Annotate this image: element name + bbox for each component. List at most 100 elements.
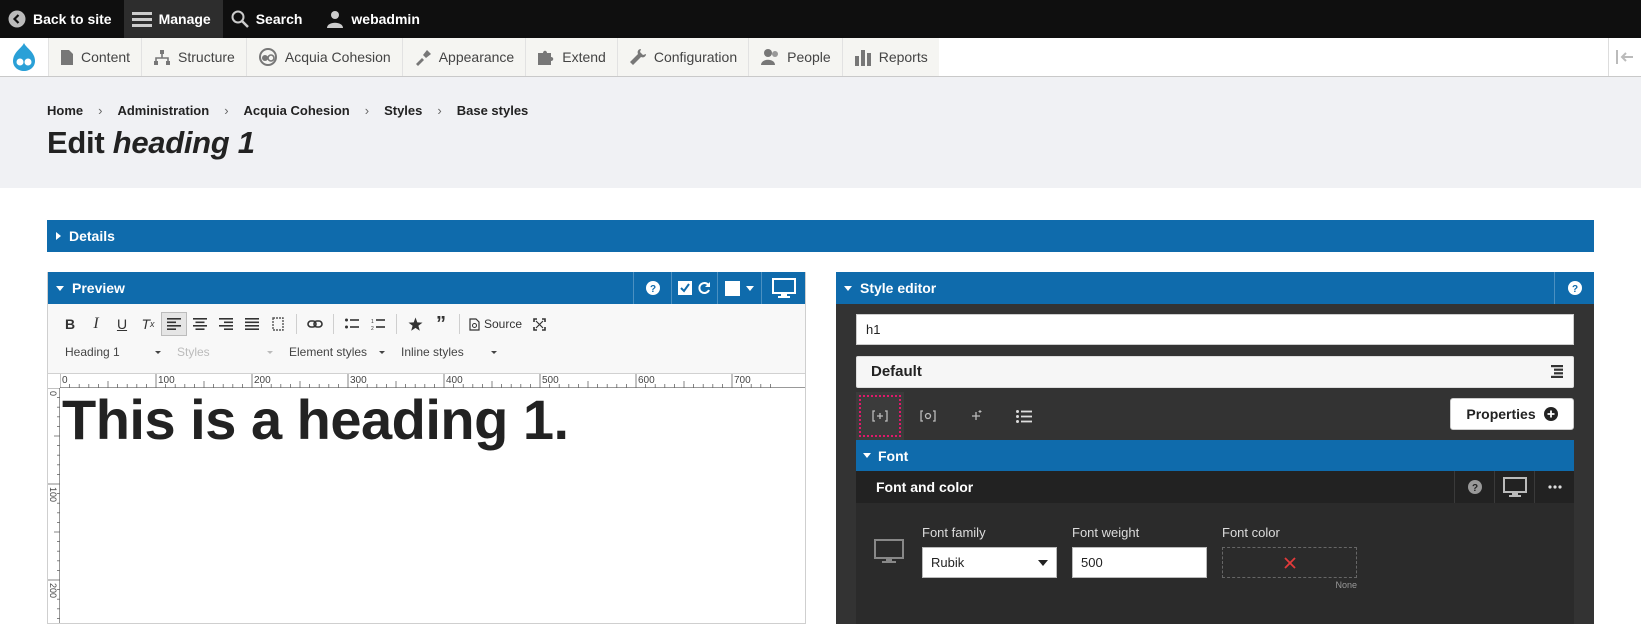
default-state-bar[interactable]: Default [856,356,1574,388]
tray-item-extend[interactable]: Extend [525,38,617,76]
preview-device-button[interactable] [761,272,805,304]
tray-item-appearance[interactable]: Appearance [401,38,526,76]
selector-input[interactable]: h1 [856,314,1574,345]
ruler-label: 200 [254,375,271,386]
font-section-label: Font [878,447,909,464]
toolbar-separator [296,314,297,334]
caret-down-icon [746,285,754,291]
breadcrumb-separator: › [364,103,370,118]
font-color-help-button[interactable]: ? [1454,471,1494,503]
blockquote-button[interactable]: ” [428,312,454,336]
bulleted-list-button[interactable] [339,312,365,336]
dropdown-arrow-icon [491,350,497,354]
search-tab[interactable]: Search [223,0,315,38]
link-button[interactable] [302,312,328,336]
format-combo[interactable]: Heading 1 [57,345,169,359]
properties-button[interactable]: Properties [1450,398,1574,430]
page-title-name: heading 1 [112,125,255,160]
desktop-icon [874,539,904,565]
inline-styles-combo[interactable]: Inline styles [393,345,505,359]
manage-tab[interactable]: Manage [123,0,223,38]
font-color-device-button[interactable] [1494,471,1534,503]
add-child-selector-button[interactable] [856,392,904,440]
help-icon: ? [645,281,660,295]
ruler-label: 300 [350,375,367,386]
preview-refresh-toggle[interactable] [671,272,717,304]
font-color-picker[interactable] [1222,547,1357,578]
breadcrumb-base-styles[interactable]: Base styles [457,103,529,118]
underline-button[interactable]: U [109,312,135,336]
dropdown-arrow-icon [379,350,385,354]
style-editor-header[interactable]: Style editor ? [836,272,1594,304]
preview-title: Preview [72,280,125,296]
preview-help-button[interactable]: ? [633,272,671,304]
tray-item-label: Configuration [653,49,738,65]
collapse-triangle-icon [56,285,64,291]
breadcrumb-acquia-cohesion[interactable]: Acquia Cohesion [244,103,350,118]
search-icon [231,10,249,28]
font-and-color-body: Font family Rubik Font weight 500 Font c… [856,503,1574,624]
vertical-ruler: 0 100 200 [48,388,60,623]
breadcrumb-home[interactable]: Home [47,103,83,118]
style-editor-help-button[interactable]: ? [1554,272,1594,304]
details-toggle[interactable]: Details [47,220,1594,252]
tray-item-acquia-cohesion[interactable]: Acquia Cohesion [245,38,402,76]
star-button[interactable] [402,312,428,336]
tray-item-structure[interactable]: Structure [141,38,246,76]
color-swatch-icon [725,280,740,296]
font-color-more-button[interactable] [1534,471,1574,503]
italic-button[interactable]: I [83,312,109,336]
element-styles-combo[interactable]: Element styles [281,345,393,359]
add-pseudo-selector-button[interactable] [904,392,952,440]
sparkle-icon [969,409,983,423]
align-center-button[interactable] [187,312,213,336]
add-modifier-button[interactable] [952,392,1000,440]
editor-content-area[interactable]: This is a heading 1. [62,390,802,620]
style-editor-tools [856,392,1048,440]
source-button[interactable]: Source [465,312,526,336]
tree-menu-icon[interactable] [1551,365,1563,378]
ruler-label: 400 [446,375,463,386]
font-color-none-label: None [1335,580,1357,590]
tray-item-people[interactable]: People [748,38,842,76]
tray-item-content[interactable]: Content [48,38,142,76]
remove-format-button[interactable]: Tx [135,312,161,336]
user-tab[interactable]: webadmin [318,0,431,38]
toolbar-separator [396,314,397,334]
align-left-button[interactable] [161,312,187,336]
back-to-site-label: Back to site [33,11,112,27]
people-icon [760,48,780,66]
tray-item-configuration[interactable]: Configuration [616,38,749,76]
style-editor-title: Style editor [860,280,937,296]
style-editor-panel: Style editor ? h1 Default Properties Fon… [836,272,1594,624]
tray-item-label: Structure [178,49,235,65]
ruler-label: 600 [638,375,655,386]
source-doc-icon [469,317,480,331]
ruler-label: 0 [48,391,58,396]
page-title-prefix: Edit [47,125,105,160]
justify-button[interactable] [239,312,265,336]
tray-item-label: Extend [562,49,606,65]
breadcrumb-styles[interactable]: Styles [384,103,422,118]
page-break-button[interactable] [265,312,291,336]
maximize-button[interactable] [526,312,552,336]
styles-combo-value: Styles [177,345,210,359]
numbered-list-button[interactable]: 12 [365,312,391,336]
preview-header[interactable]: Preview ? [48,272,805,304]
ruler-label: 700 [734,375,751,386]
font-weight-input[interactable]: 500 [1072,547,1207,578]
preview-background-color-button[interactable] [717,272,761,304]
checkbox-checked-icon [678,281,692,295]
list-view-button[interactable] [1000,392,1048,440]
font-family-select[interactable]: Rubik [922,547,1057,578]
drupal-logo[interactable] [0,38,48,76]
breadcrumb-administration[interactable]: Administration [117,103,209,118]
sample-heading-text[interactable]: This is a heading 1. [62,392,802,448]
admin-tray: Content Structure Acquia Cohesion Appear… [0,38,1641,77]
bold-button[interactable]: B [57,312,83,336]
tray-collapse-button[interactable] [1608,38,1641,76]
tray-item-reports[interactable]: Reports [841,38,939,76]
font-section-toggle[interactable]: Font [856,440,1574,471]
back-to-site-link[interactable]: Back to site [0,0,124,38]
align-right-button[interactable] [213,312,239,336]
